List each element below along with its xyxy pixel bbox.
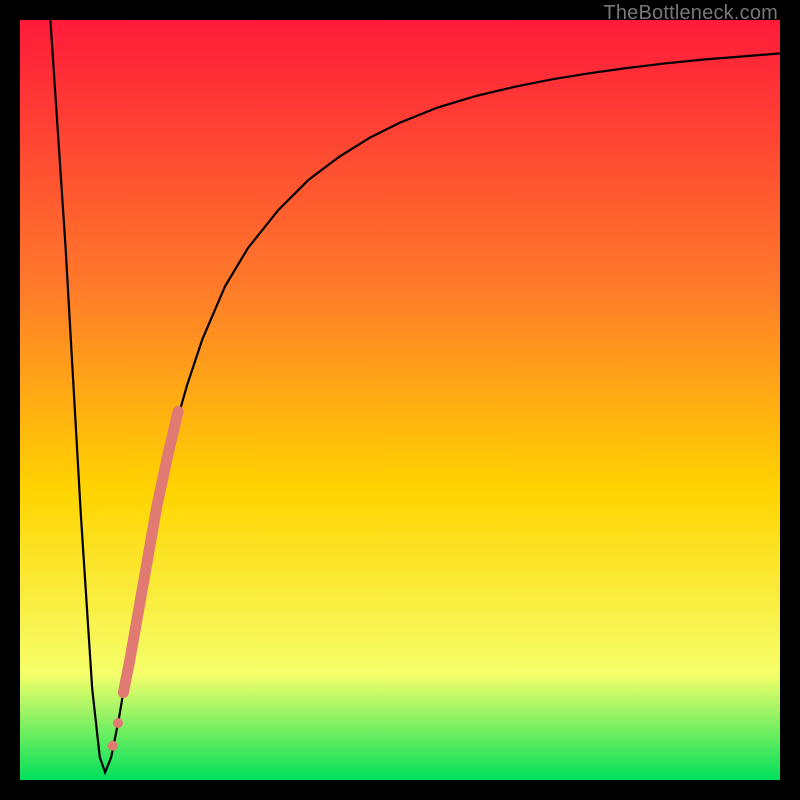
plot-frame — [20, 20, 780, 780]
plot-svg — [20, 20, 780, 780]
watermark-text: TheBottleneck.com — [603, 2, 778, 25]
highlight-dot — [113, 718, 123, 728]
highlight-dot — [108, 741, 118, 751]
